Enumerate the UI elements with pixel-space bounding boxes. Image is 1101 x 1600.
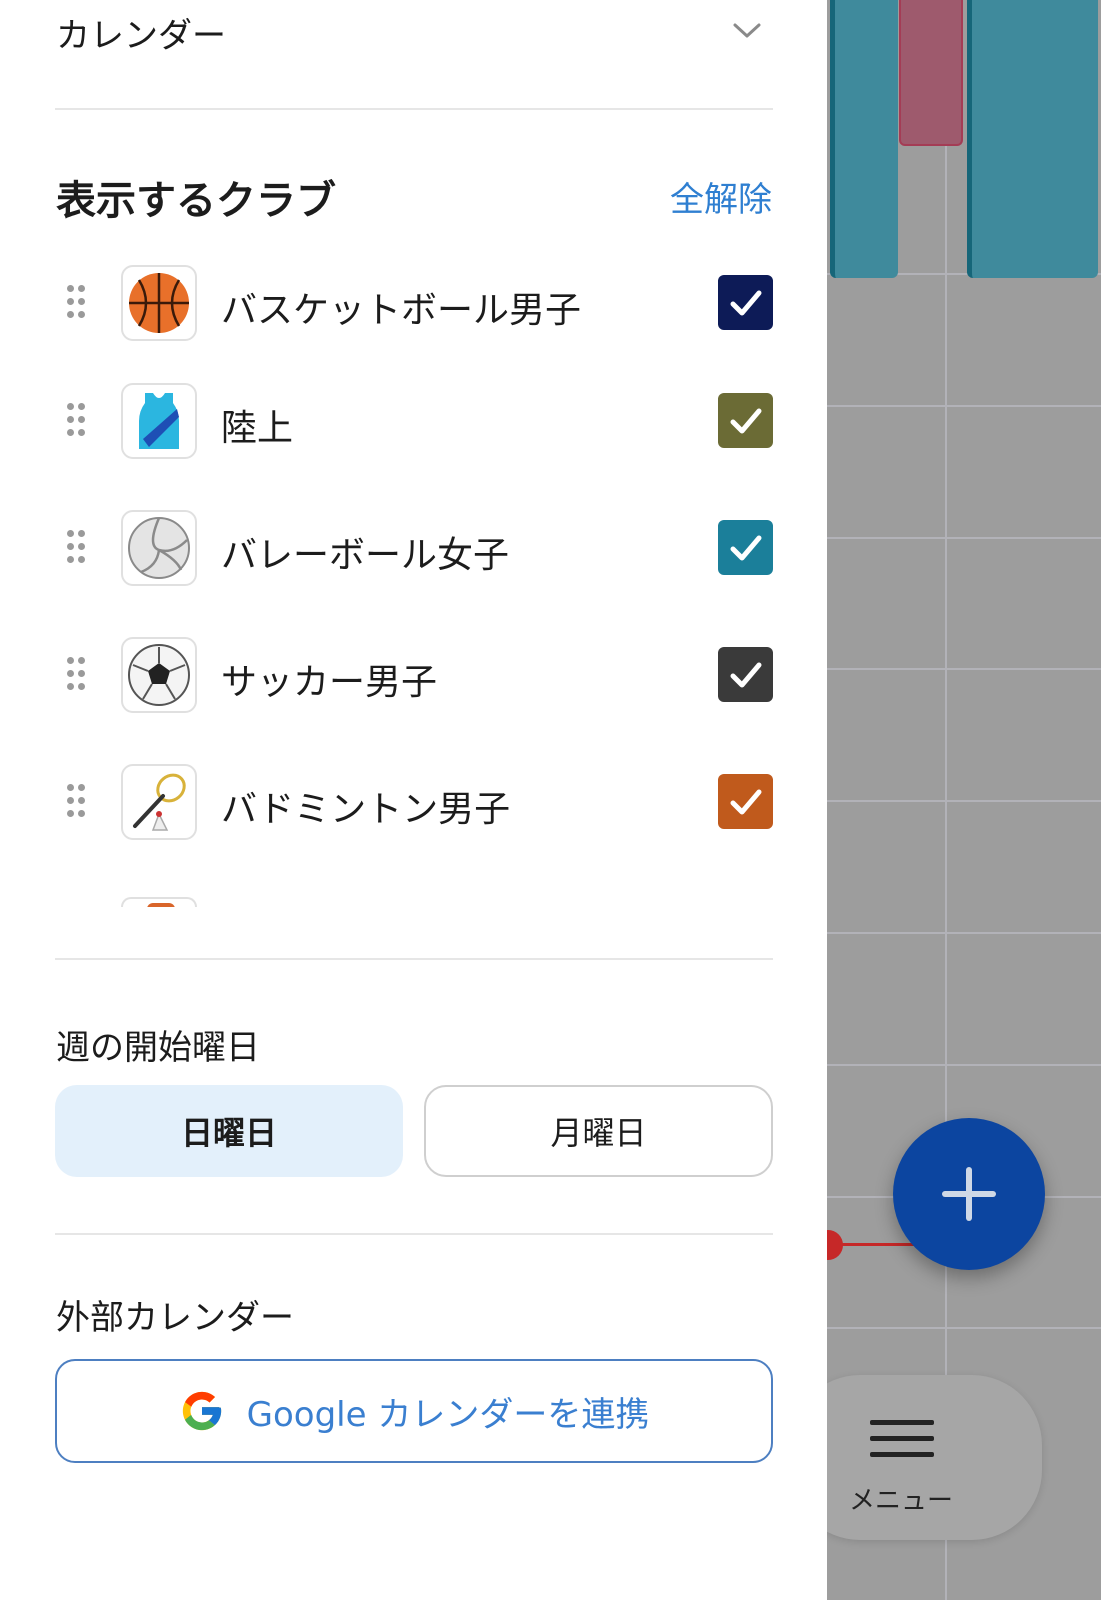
drag-handle-icon[interactable] (67, 285, 85, 319)
chevron-down-icon[interactable] (732, 16, 762, 46)
drag-handle-icon[interactable] (67, 403, 85, 437)
club-name: サッカー男子 (221, 662, 438, 703)
week-start-monday-button[interactable]: 月曜日 (424, 1085, 773, 1177)
calendar-section-title[interactable]: カレンダー (56, 8, 226, 57)
club-row[interactable]: バスケットボール男子 (55, 263, 773, 343)
grid-line (827, 405, 1101, 407)
running-shirt-icon (121, 383, 197, 459)
google-calendar-connect-label: Google カレンダーを連携 (246, 1394, 650, 1435)
divider (55, 1233, 773, 1235)
club-name: バドミントン男子 (221, 789, 511, 830)
club-checkbox[interactable] (718, 393, 773, 448)
drag-handle-icon[interactable] (67, 530, 85, 564)
basketball-icon (121, 265, 197, 341)
club-row[interactable]: サッカー男子 (55, 635, 773, 715)
club-checkbox[interactable] (718, 774, 773, 829)
grid-line (827, 1064, 1101, 1066)
grid-line (827, 668, 1101, 670)
club-row[interactable]: 陸上 (55, 381, 773, 461)
club-name: 陸上 (221, 408, 294, 449)
club-checkbox[interactable] (718, 647, 773, 702)
settings-drawer: カレンダー 表示するクラブ 全解除 バスケットボール男子 陸上 バレーボール女子… (0, 0, 827, 1600)
external-calendar-title: 外部カレンダー (56, 1298, 294, 1338)
google-calendar-connect-button[interactable]: Google カレンダーを連携 (55, 1359, 773, 1463)
week-start-title: 週の開始曜日 (56, 1028, 260, 1068)
calendar-event[interactable] (899, 0, 963, 146)
calendar-event[interactable] (830, 0, 898, 278)
grid-line (827, 537, 1101, 539)
grid-line (827, 800, 1101, 802)
club-icon-partial (121, 897, 197, 907)
plus-icon (942, 1167, 996, 1221)
check-icon (730, 535, 761, 560)
check-icon (730, 408, 761, 433)
menu-label: メニュー (848, 1486, 953, 1516)
calendar-event[interactable] (967, 0, 1098, 278)
calendar-background (827, 0, 1101, 1600)
week-start-sunday-button[interactable]: 日曜日 (55, 1085, 403, 1177)
grid-line (827, 1327, 1101, 1329)
volleyball-icon (121, 510, 197, 586)
club-row[interactable]: バドミントン男子 (55, 762, 773, 842)
check-icon (730, 662, 761, 687)
divider (55, 958, 773, 960)
clubs-section-title: 表示するクラブ (56, 178, 336, 224)
club-checkbox[interactable] (718, 275, 773, 330)
clear-all-button[interactable]: 全解除 (670, 172, 772, 221)
google-icon (182, 1391, 221, 1431)
drag-handle-icon[interactable] (67, 657, 85, 691)
check-icon (730, 789, 761, 814)
hamburger-icon[interactable] (870, 1420, 934, 1460)
grid-line (827, 932, 1101, 934)
club-name: バレーボール女子 (221, 535, 510, 576)
check-icon (730, 290, 761, 315)
club-checkbox[interactable] (718, 520, 773, 575)
badminton-icon (121, 764, 197, 840)
drag-handle-icon[interactable] (67, 784, 85, 818)
add-event-button[interactable] (893, 1118, 1045, 1270)
divider (55, 108, 773, 110)
soccer-ball-icon (121, 637, 197, 713)
club-name: バスケットボール男子 (221, 290, 582, 331)
club-row[interactable]: バレーボール女子 (55, 508, 773, 588)
